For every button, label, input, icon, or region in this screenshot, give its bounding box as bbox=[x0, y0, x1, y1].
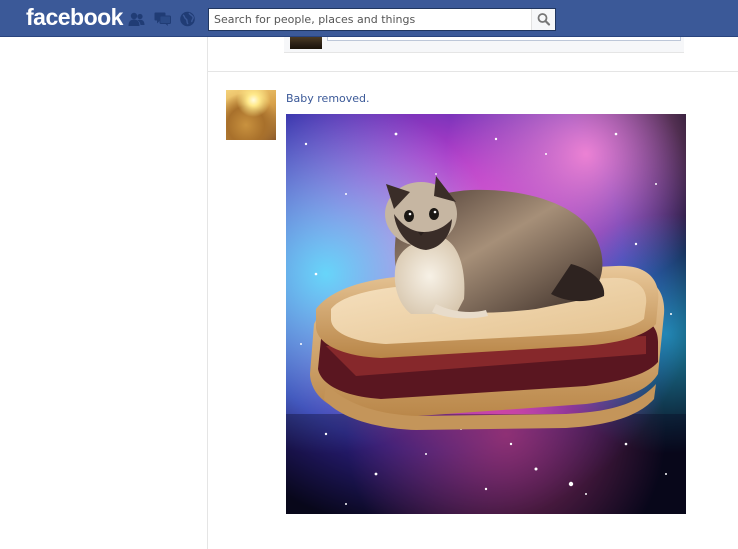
commenter-thumbnail[interactable] bbox=[290, 37, 322, 49]
search-input[interactable] bbox=[209, 9, 531, 30]
story-text[interactable]: Baby removed. bbox=[286, 92, 370, 105]
messages-icon[interactable] bbox=[154, 11, 171, 27]
top-navigation-bar: facebook bbox=[0, 0, 738, 37]
story-separator bbox=[208, 71, 738, 72]
profile-picture[interactable] bbox=[226, 90, 276, 140]
notifications-globe-icon[interactable] bbox=[179, 11, 196, 27]
cat-on-sandwich-in-space-image[interactable] bbox=[286, 114, 686, 514]
facebook-logo[interactable]: facebook bbox=[26, 4, 123, 31]
comment-input[interactable] bbox=[327, 37, 681, 41]
search-box bbox=[208, 8, 556, 31]
left-column-divider bbox=[207, 37, 208, 549]
search-button[interactable] bbox=[531, 9, 555, 30]
friend-requests-icon[interactable] bbox=[128, 11, 145, 27]
search-icon bbox=[537, 13, 551, 26]
